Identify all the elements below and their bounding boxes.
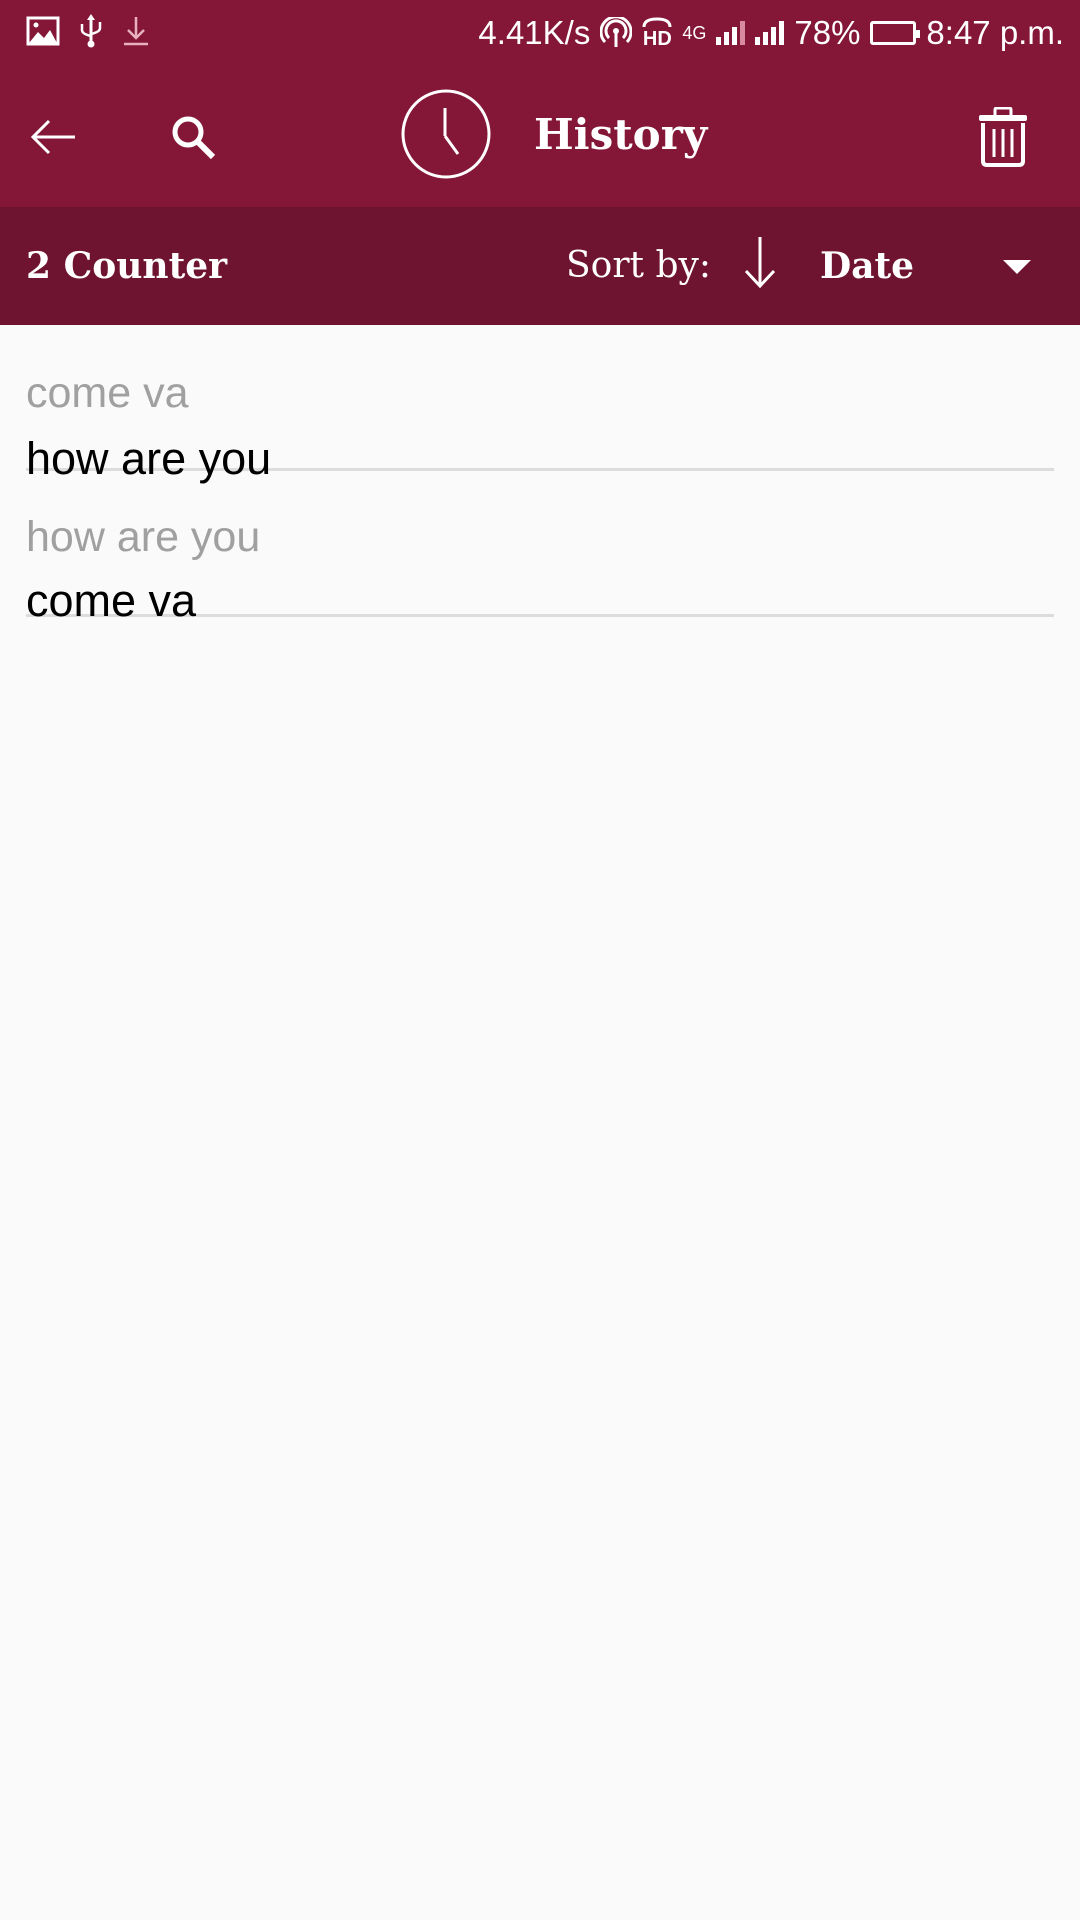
arrow-left-icon [30,119,75,155]
network-speed: 4.41K/s [478,14,591,51]
sort-bar: 2 Counter Sort by: Date [0,207,1080,325]
network-type: 4G [682,22,707,43]
app-toolbar: History [0,68,1080,207]
status-bar: 4.41K/s HD 4G 78% 8:47 p.m. [0,0,1080,68]
triangle-down-icon [1003,260,1031,274]
history-translation-text: come va [26,575,197,626]
battery-icon [870,21,921,45]
history-counter: 2 Counter [26,245,228,287]
sort-label: Sort by: [566,245,711,286]
history-list: come va how are you how are you come va [26,325,1054,626]
search-icon [172,116,216,160]
hotspot-icon [600,17,633,47]
arrow-down-icon [744,237,776,289]
history-item[interactable]: how are you come va [26,471,1054,626]
battery-percent: 78% [794,14,861,51]
signal-sim2-icon [755,21,785,45]
sort-direction-toggle[interactable] [740,235,780,293]
notification-icons [26,14,150,48]
clock-icon [401,89,491,179]
clock-time: 8:47 p.m. [926,14,1064,51]
image-icon [26,16,60,46]
history-source-text: come va [26,369,189,417]
sort-field-select[interactable]: Date [820,245,914,287]
delete-history-button[interactable] [968,102,1038,172]
back-button[interactable] [18,102,88,172]
history-source-text: how are you [26,513,261,561]
signal-sim1-icon [716,21,746,45]
page-title: History [534,109,708,159]
trash-icon [979,107,1027,167]
sort-dropdown-button[interactable] [1002,259,1032,279]
search-button[interactable] [158,102,228,172]
title-group: History [400,88,707,180]
system-status: 4.41K/s HD 4G 78% 8:47 p.m. [478,8,1064,58]
history-item[interactable]: come va how are you [26,325,1054,484]
usb-icon [80,14,102,48]
volte-hd-icon: HD [642,17,672,49]
download-icon [124,17,148,46]
